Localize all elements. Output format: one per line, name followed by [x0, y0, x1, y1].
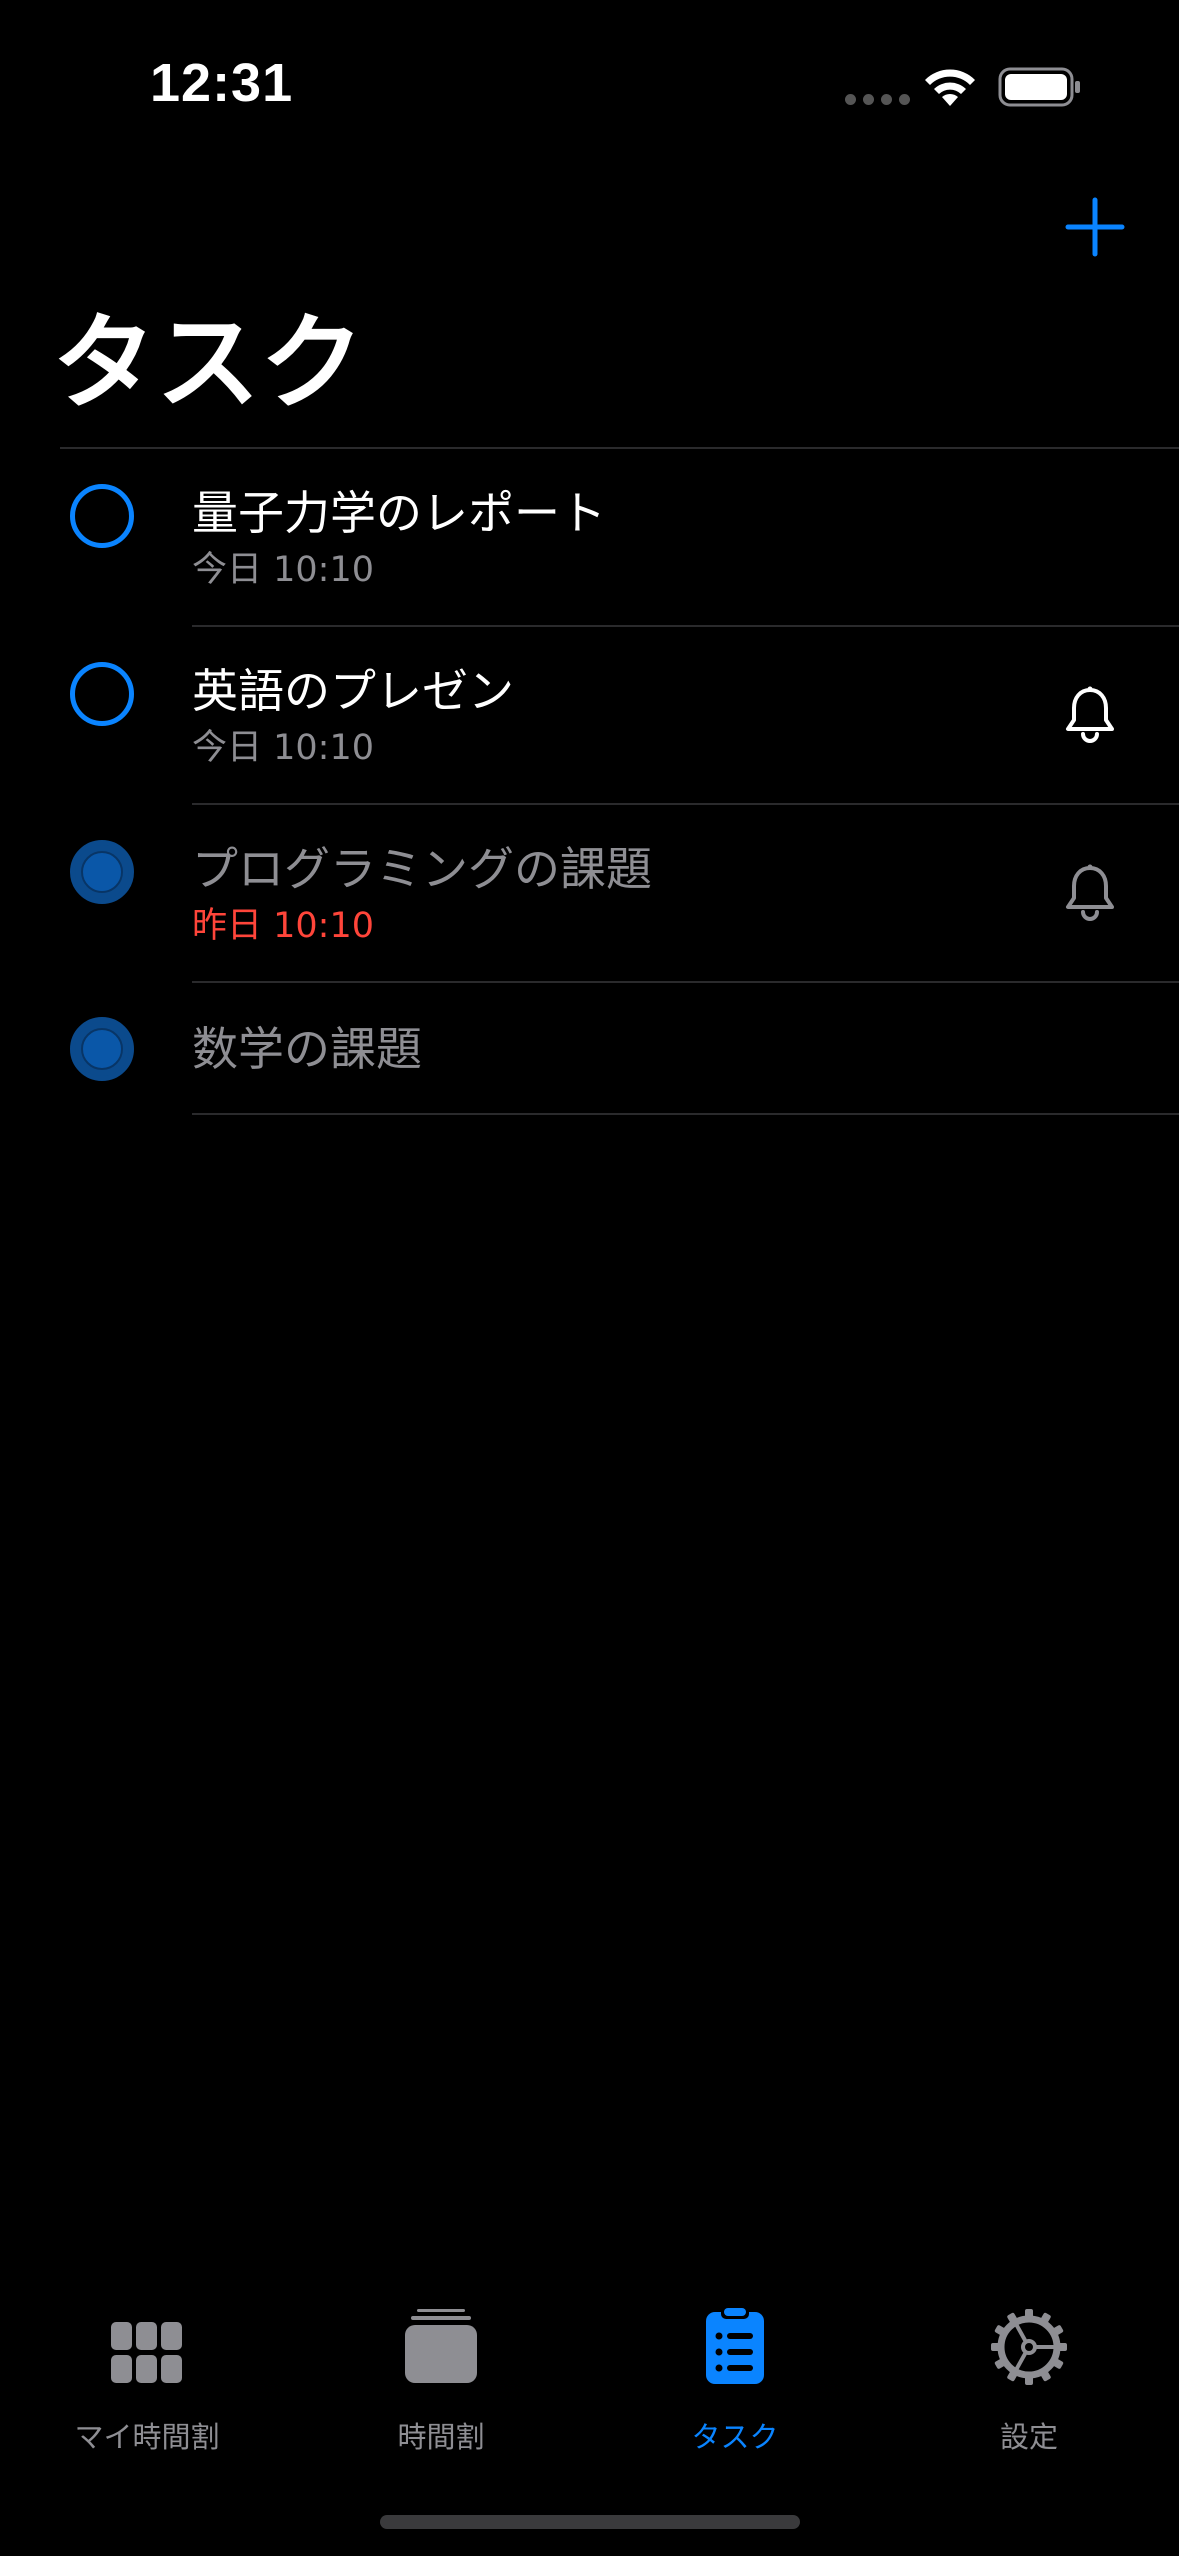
gear-icon	[991, 2309, 1067, 2385]
task-list: 量子力学のレポート 今日 10:10 英語のプレゼン 今日 10:10 プログラ…	[0, 449, 1179, 1115]
tab-label: 時間割	[397, 2420, 485, 2454]
tab-tasks[interactable]: タスク	[588, 2300, 882, 2460]
task-due: 昨日 10:10	[192, 906, 374, 946]
task-checkbox-checked[interactable]	[70, 1017, 134, 1081]
status-bar: 12:31	[0, 0, 1179, 170]
divider	[192, 1113, 1179, 1115]
bell-icon[interactable]	[1063, 685, 1117, 745]
stack-icon	[405, 2309, 477, 2383]
task-due: 今日 10:10	[192, 728, 374, 768]
task-due: 今日 10:10	[192, 550, 374, 590]
clipboard-list-icon	[706, 2305, 764, 2384]
task-row[interactable]: 英語のプレゼン 今日 10:10	[0, 627, 1179, 805]
tab-my-timetable[interactable]: マイ時間割	[0, 2300, 294, 2460]
task-row[interactable]: 数学の課題	[0, 983, 1179, 1115]
task-title: プログラミングの課題	[192, 842, 652, 896]
tab-label: マイ時間割	[74, 2420, 220, 2454]
task-row[interactable]: 量子力学のレポート 今日 10:10	[0, 449, 1179, 627]
home-indicator[interactable]	[380, 2515, 800, 2529]
add-task-button[interactable]	[1060, 192, 1130, 262]
task-checkbox[interactable]	[70, 662, 134, 726]
wifi-icon	[925, 69, 975, 106]
page-title: タスク	[52, 302, 365, 424]
cellular-signal-icon	[845, 94, 910, 106]
task-row[interactable]: プログラミングの課題 昨日 10:10	[0, 805, 1179, 983]
plus-icon	[1065, 197, 1125, 257]
tab-timetable[interactable]: 時間割	[294, 2300, 588, 2460]
task-checkbox[interactable]	[70, 484, 134, 548]
task-title: 英語のプレゼン	[192, 664, 514, 718]
bell-icon[interactable]	[1063, 863, 1117, 923]
tab-settings[interactable]: 設定	[882, 2300, 1176, 2460]
task-title: 数学の課題	[192, 1022, 422, 1076]
battery-icon	[998, 67, 1080, 107]
tab-label: タスク	[691, 2420, 779, 2454]
task-checkbox-checked[interactable]	[70, 840, 134, 904]
tab-label: 設定	[999, 2420, 1058, 2454]
task-title: 量子力学のレポート	[192, 486, 606, 540]
status-time: 12:31	[150, 53, 294, 113]
grid-icon	[111, 2322, 182, 2383]
